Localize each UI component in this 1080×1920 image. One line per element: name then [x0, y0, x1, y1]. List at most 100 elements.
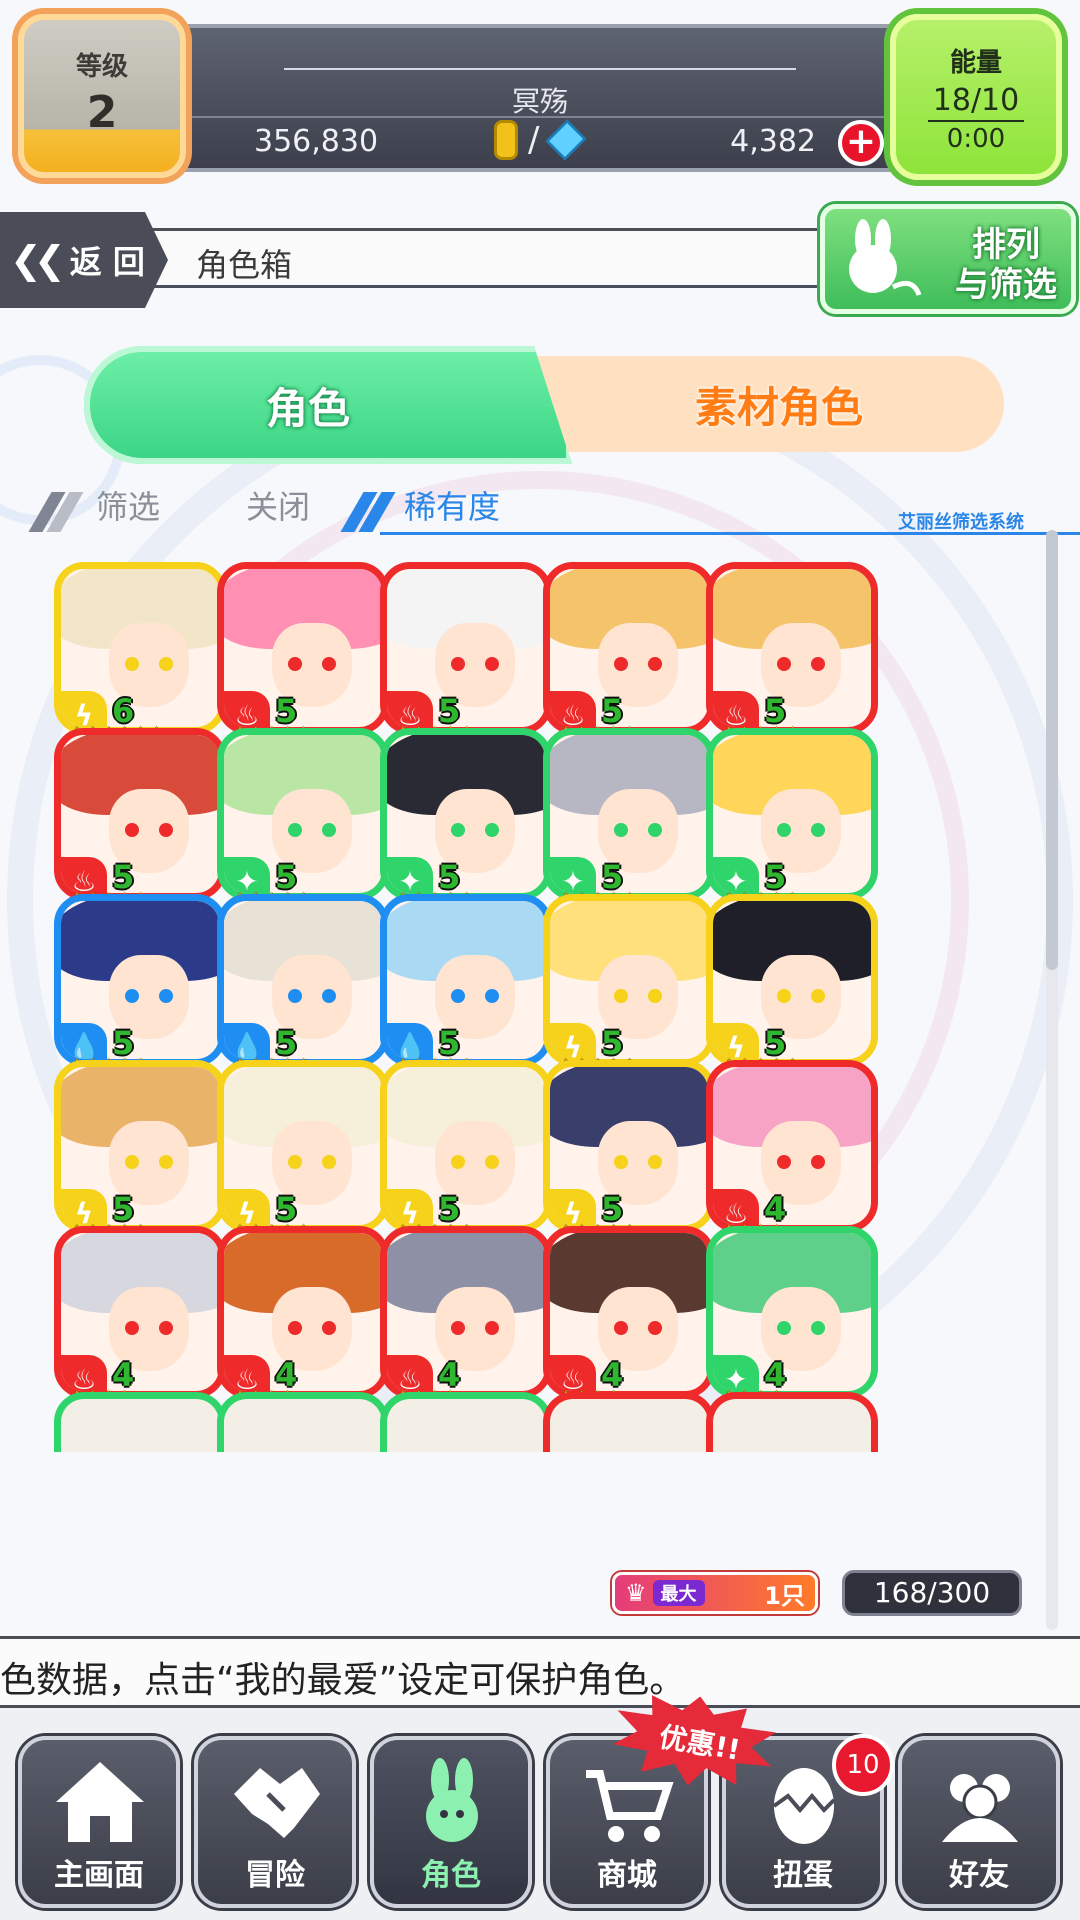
energy-panel[interactable]: 能量 18/10 0:00: [890, 14, 1062, 180]
nav-shop-label: 商城: [597, 1858, 657, 1893]
character-card[interactable]: ♨4★★★★: [706, 1060, 878, 1246]
character-portrait: ϟ: [543, 1060, 715, 1232]
character-portrait: [217, 1392, 389, 1452]
character-card[interactable]: ✦4★★★★: [706, 1226, 878, 1412]
character-card[interactable]: [54, 1392, 226, 1578]
filter-state[interactable]: 关闭: [246, 482, 310, 528]
character-card[interactable]: ♨5★★★★★: [706, 562, 878, 748]
nav-characters-label: 角色: [421, 1858, 481, 1893]
character-card[interactable]: ♨4★★★★: [543, 1226, 715, 1412]
filter-row: 筛选 关闭 稀有度 艾丽丝筛选系统: [28, 480, 1080, 540]
character-portrait: ϟ: [380, 1060, 552, 1232]
character-portrait: ϟ: [543, 894, 715, 1066]
nav-adventure[interactable]: 冒险: [194, 1736, 356, 1908]
scrollbar-thumb[interactable]: [1046, 530, 1058, 970]
character-card[interactable]: ♨5★★★★★: [380, 562, 552, 748]
gold-amount: 356,830: [254, 124, 379, 159]
character-portrait: ϟ: [217, 1060, 389, 1232]
gacha-notification-badge: 10: [832, 1734, 894, 1796]
page-title: 角色箱: [196, 246, 293, 284]
filter-system-label: 艾丽丝筛选系统: [898, 512, 1024, 533]
character-portrait: ✦: [543, 728, 715, 900]
max-count: 1只: [764, 1581, 805, 1610]
character-portrait: ϟ: [54, 562, 226, 734]
character-portrait: 💧: [217, 894, 389, 1066]
energy-label: 能量: [949, 48, 1002, 78]
character-portrait: ✦: [706, 728, 878, 900]
double-chevron-left-icon: ❮❮: [10, 238, 66, 282]
player-name: 冥殇: [511, 85, 568, 118]
nav-home[interactable]: 主画面: [18, 1736, 180, 1908]
scrollbar[interactable]: [1046, 530, 1058, 1630]
nav-adventure-label: 冒险: [245, 1858, 305, 1893]
ticker-text: 色数据，点击“我的最爱”设定可保护角色。: [0, 1660, 686, 1701]
info-ticker: 色数据，点击“我的最爱”设定可保护角色。: [0, 1636, 1080, 1708]
nav-friends[interactable]: 好友: [898, 1736, 1060, 1908]
character-card[interactable]: ϟ6★★★★★★: [54, 562, 226, 748]
character-card[interactable]: 💧5★★★★★: [54, 894, 226, 1080]
nav-gacha-label: 扭蛋: [773, 1858, 833, 1893]
character-portrait: ♨: [706, 1060, 878, 1232]
character-card[interactable]: ϟ5★★★★★: [543, 1060, 715, 1246]
character-card[interactable]: 💧5★★★★★: [217, 894, 389, 1080]
cart-icon: [586, 1770, 674, 1842]
character-card[interactable]: ϟ5★★★★★: [380, 1060, 552, 1246]
level-label: 等级: [75, 52, 128, 82]
sort-filter-button[interactable]: 排列 与筛选: [820, 204, 1076, 314]
character-card[interactable]: ϟ5★★★★★: [54, 1060, 226, 1246]
crown-icon: ♛: [625, 1579, 647, 1607]
top-status-bar: 冥殇 356,830 / 4,382 + 等级 2 能量 18/10 0:00: [0, 0, 1080, 190]
character-card[interactable]: ♨4★★★★: [380, 1226, 552, 1412]
box-capacity: 168/300: [842, 1570, 1022, 1616]
character-card[interactable]: 💧5★★★★★: [380, 894, 552, 1080]
tab-characters[interactable]: 角色: [84, 346, 572, 464]
coin-icon: [494, 120, 518, 160]
back-label: 返 回: [69, 243, 145, 281]
character-card[interactable]: ϟ5★★★★★: [543, 894, 715, 1080]
character-card[interactable]: ♨5★★★★★: [217, 562, 389, 748]
max-label: 最大: [652, 1580, 705, 1606]
bunny-icon: [426, 1758, 478, 1842]
sort-label-line1: 排列: [972, 225, 1040, 265]
character-card[interactable]: ✦5★★★★★: [217, 728, 389, 914]
gem-amount: 4,382: [730, 124, 816, 159]
character-card[interactable]: [706, 1392, 878, 1578]
player-info-plate: 冥殇 356,830 / 4,382 +: [150, 24, 930, 172]
friends-icon: [942, 1774, 1018, 1842]
character-portrait: ✦: [217, 728, 389, 900]
character-portrait: ♨: [543, 562, 715, 734]
back-button[interactable]: ❮❮ 返 回: [0, 212, 168, 308]
character-card[interactable]: ϟ5★★★★★: [706, 894, 878, 1080]
character-card[interactable]: [380, 1392, 552, 1578]
gem-icon: [546, 119, 587, 161]
character-portrait: ϟ: [54, 1060, 226, 1232]
handshake-icon: [234, 1768, 320, 1838]
character-card[interactable]: ϟ5★★★★★: [217, 1060, 389, 1246]
character-portrait: ♨: [543, 1226, 715, 1398]
level-value: 2: [86, 87, 118, 138]
bunny-icon: [849, 219, 922, 296]
character-card[interactable]: [217, 1392, 389, 1578]
character-card[interactable]: ✦5★★★★★: [543, 728, 715, 914]
character-card[interactable]: ✦5★★★★★: [380, 728, 552, 914]
add-gems-button[interactable]: +: [838, 120, 884, 166]
character-card[interactable]: ♨4★★★★: [54, 1226, 226, 1412]
character-card[interactable]: [543, 1392, 715, 1578]
nav-characters[interactable]: 角色: [370, 1736, 532, 1908]
character-card[interactable]: ♨5★★★★★: [543, 562, 715, 748]
character-portrait: ϟ: [706, 894, 878, 1066]
level-badge: 等级 2: [18, 14, 186, 178]
category-tabs: 素材角色 角色: [84, 346, 1004, 464]
character-card[interactable]: ♨5★★★★★: [54, 728, 226, 914]
character-card[interactable]: ♨4★★★★: [217, 1226, 389, 1412]
sort-by-rarity[interactable]: 稀有度: [404, 482, 500, 528]
character-portrait: [380, 1392, 552, 1452]
character-portrait: ♨: [217, 1226, 389, 1398]
character-portrait: 💧: [380, 894, 552, 1066]
filter-label[interactable]: 筛选: [96, 482, 160, 528]
character-portrait: ♨: [706, 562, 878, 734]
character-portrait: ♨: [380, 1226, 552, 1398]
character-card[interactable]: ✦5★★★★★: [706, 728, 878, 914]
nav-friends-label: 好友: [949, 1858, 1009, 1893]
bottom-nav: 主画面 冒险 角色 商城 扭蛋 好友: [0, 1708, 1080, 1920]
